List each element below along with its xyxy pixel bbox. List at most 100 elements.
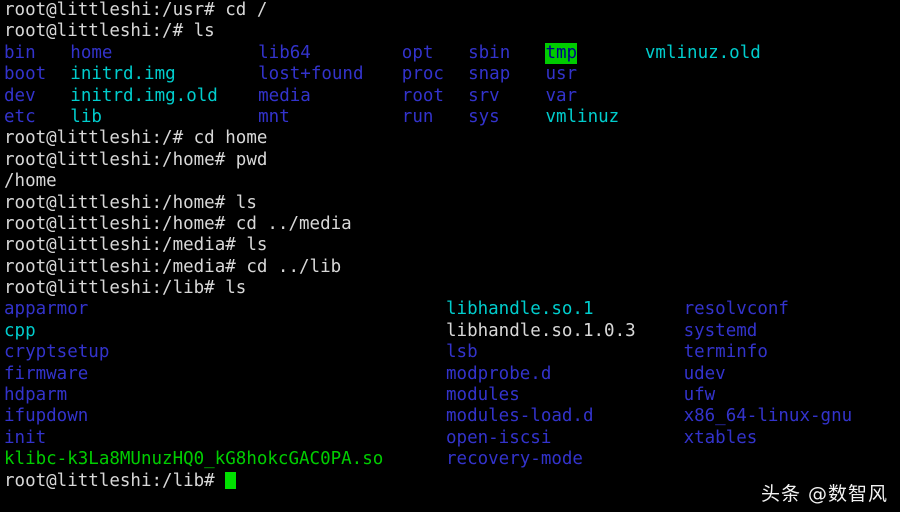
terminal-text: root@littleshi:/home# ls: [4, 193, 257, 214]
terminal-text: x86_64-linux-gnu: [684, 406, 853, 427]
terminal-text: libhandle.so.1.0.3: [446, 321, 636, 342]
terminal-text: firmware: [4, 364, 88, 385]
terminal-text-run: initrd.img.old: [70, 85, 218, 106]
terminal-text: vmlinuz.old: [645, 43, 761, 64]
terminal-text-run: proc: [401, 64, 444, 85]
terminal-text-run: home: [70, 42, 113, 63]
line-7-prompt-cd-home: root@littleshi:/# cd home: [4, 128, 900, 149]
terminal-text-run: media: [258, 85, 311, 106]
terminal-text-run: initrd.img: [70, 64, 176, 85]
line-5-ls-row-3: dev initrd.img.old media root srv var: [4, 86, 900, 107]
terminal-text-run: mnt: [258, 106, 290, 127]
terminal-text-run: ifupdown: [4, 406, 89, 427]
terminal-text-run: terminfo: [683, 342, 768, 363]
terminal-text: open-iscsi: [446, 428, 551, 449]
terminal-text-run: usr: [545, 64, 578, 85]
text-cursor: [225, 471, 237, 489]
terminal-text: lib: [70, 107, 102, 128]
terminal-text: modules-load.d: [446, 406, 594, 427]
terminal-text: tmp: [545, 42, 578, 65]
terminal-text-run: x86_64-linux-gnu: [683, 406, 853, 427]
terminal-text-run: lost+found: [258, 64, 364, 85]
terminal-text-run: resolvconf: [683, 299, 789, 320]
terminal-text-run: root@littleshi:/home# ls: [4, 192, 257, 213]
terminal-text-run: lsb: [446, 342, 478, 363]
terminal-text-run: boot: [4, 64, 47, 85]
watermark: 头条 @数智风: [760, 483, 888, 505]
terminal-text: udev: [684, 364, 726, 385]
terminal-text: root@littleshi:/media# ls: [4, 235, 267, 256]
terminal-text-run: sbin: [468, 42, 511, 63]
terminal-text: lsb: [446, 342, 478, 363]
terminal-text-run: cpp: [4, 320, 36, 341]
terminal-text-run: root@littleshi:/home# pwd: [4, 149, 268, 170]
terminal-text: init: [4, 428, 46, 449]
terminal-text-run: root@littleshi:/media# cd ../lib: [4, 256, 342, 277]
terminal-text-run: cryptsetup: [4, 342, 110, 363]
terminal-text: modprobe.d: [446, 364, 551, 385]
terminal-text-run: modules-load.d: [446, 406, 594, 427]
terminal-text: initrd.img: [70, 64, 175, 85]
terminal-text: root@littleshi:/# ls: [4, 21, 215, 42]
terminal-text: root@littleshi:/lib#: [4, 470, 237, 492]
terminal-text: resolvconf: [684, 299, 789, 320]
terminal-text-run: root@littleshi:/usr# cd /: [4, 0, 268, 20]
terminal-text-run: bin: [4, 42, 36, 63]
terminal-text-run: systemd: [683, 320, 758, 341]
terminal-text: srv: [468, 86, 500, 107]
line-6-ls-row-4: etc lib mnt run sys vmlinuz: [4, 107, 900, 128]
line-2-prompt-ls-root: root@littleshi:/# ls: [4, 21, 900, 42]
terminal-text: xtables: [684, 428, 758, 449]
terminal-text: root@littleshi:/home# pwd: [4, 150, 267, 171]
terminal-text: sys: [468, 107, 500, 128]
terminal-text-run: firmware: [4, 363, 89, 384]
terminal-text: root@littleshi:/home# cd ../media: [4, 214, 352, 235]
line-13-prompt-cd-lib: root@littleshi:/media# cd ../lib: [4, 257, 900, 278]
terminal-text-run: apparmor: [4, 299, 89, 320]
terminal-text-run: etc: [4, 106, 36, 127]
terminal-text-run: vmlinuz: [545, 106, 620, 127]
terminal-text: root@littleshi:/lib# ls: [4, 278, 246, 299]
terminal-text: lib64: [258, 43, 311, 64]
line-4-ls-row-2: boot initrd.img lost+found proc snap usr: [4, 64, 900, 85]
line-12-prompt-ls-media: root@littleshi:/media# ls: [4, 235, 900, 256]
terminal-text: systemd: [684, 321, 758, 342]
terminal-text: ufw: [684, 385, 716, 406]
terminal-text: terminfo: [684, 342, 768, 363]
terminal-text: initrd.img.old: [70, 86, 218, 107]
terminal-text: modules: [446, 385, 520, 406]
terminal-text-run: init: [4, 427, 47, 448]
terminal-text: root@littleshi:/usr# cd /: [4, 0, 267, 21]
terminal-text-run: vmlinuz.old: [644, 42, 761, 63]
terminal-text-run: root@littleshi:/home# cd ../media: [4, 213, 352, 234]
terminal-text: hdparm: [4, 385, 67, 406]
terminal-text-run: ufw: [683, 385, 716, 406]
terminal-text: etc: [4, 107, 36, 128]
terminal-text-run: hdparm: [4, 385, 68, 406]
line-16-lib-row-2: cpp libhandle.so.1.0.3 systemd: [4, 321, 900, 342]
terminal-text: proc: [402, 64, 444, 85]
terminal-text-run: root@littleshi:/lib#: [4, 470, 226, 491]
terminal-text-run: tmp: [545, 42, 578, 63]
terminal-text-run: lib64: [258, 42, 311, 63]
terminal-text: root@littleshi:/media# cd ../lib: [4, 257, 341, 278]
terminal-text-run: udev: [683, 363, 726, 384]
terminal-text: lost+found: [258, 64, 363, 85]
line-14-prompt-ls-lib: root@littleshi:/lib# ls: [4, 278, 900, 299]
terminal-text: usr: [545, 64, 577, 85]
terminal-text-run: xtables: [683, 427, 758, 448]
terminal-text-run: root@littleshi:/media# ls: [4, 235, 268, 256]
line-8-prompt-pwd: root@littleshi:/home# pwd: [4, 150, 900, 171]
terminal-text: cpp: [4, 321, 36, 342]
terminal-text-run: modules: [446, 385, 520, 406]
terminal-text-run: snap: [468, 64, 511, 85]
line-1-prompt-cd-root: root@littleshi:/usr# cd /: [4, 0, 900, 21]
terminal-text: dev: [4, 86, 36, 107]
terminal-text-run: libhandle.so.1.0.3: [446, 320, 636, 341]
terminal-text: libhandle.so.1: [446, 299, 594, 320]
terminal-text-run: sys: [468, 106, 500, 127]
terminal-screen[interactable]: root@littleshi:/usr# cd / root@littleshi:…: [4, 0, 900, 512]
terminal-text: run: [402, 107, 434, 128]
terminal-window[interactable]: root@littleshi:/usr# cd / root@littleshi:…: [0, 0, 900, 512]
terminal-text: media: [258, 86, 311, 107]
